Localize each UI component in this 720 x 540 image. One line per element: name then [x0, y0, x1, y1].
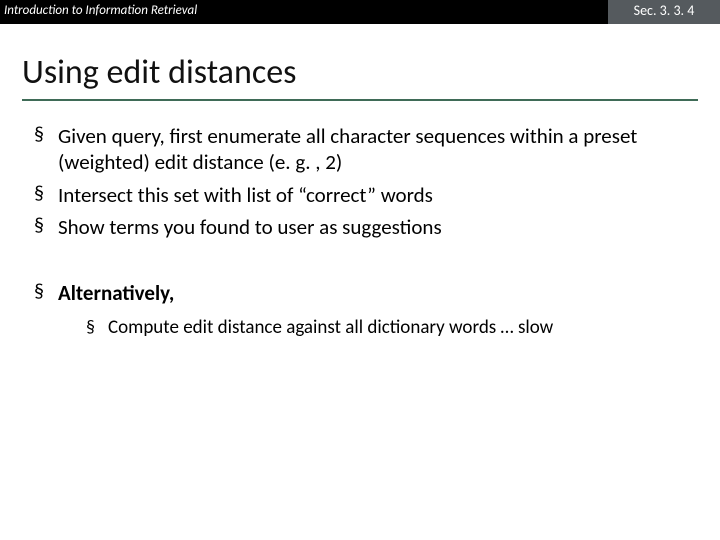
bullet-item: Intersect this set with list of “correct…: [34, 182, 686, 208]
slide-title: Using edit distances: [22, 52, 720, 93]
slide-body: Given query, first enumerate all charact…: [34, 123, 686, 340]
title-underline: [22, 99, 698, 101]
spacer: [34, 246, 686, 280]
alt-list: Alternatively, Compute edit distance aga…: [34, 280, 686, 340]
slide: Introduction to Information Retrieval Se…: [0, 0, 720, 540]
bullet-item: Show terms you found to user as suggesti…: [34, 214, 686, 240]
bullet-item: Given query, first enumerate all charact…: [34, 123, 686, 176]
course-title: Introduction to Information Retrieval: [0, 0, 608, 24]
alt-item: Alternatively, Compute edit distance aga…: [34, 280, 686, 340]
section-label: Sec. 3. 3. 4: [608, 0, 720, 24]
alt-sublist: Compute edit distance against all dictio…: [86, 316, 686, 340]
top-bar: Introduction to Information Retrieval Se…: [0, 0, 720, 24]
bullet-list: Given query, first enumerate all charact…: [34, 123, 686, 240]
alt-sub-item: Compute edit distance against all dictio…: [86, 316, 686, 340]
alt-label: Alternatively,: [58, 280, 174, 306]
